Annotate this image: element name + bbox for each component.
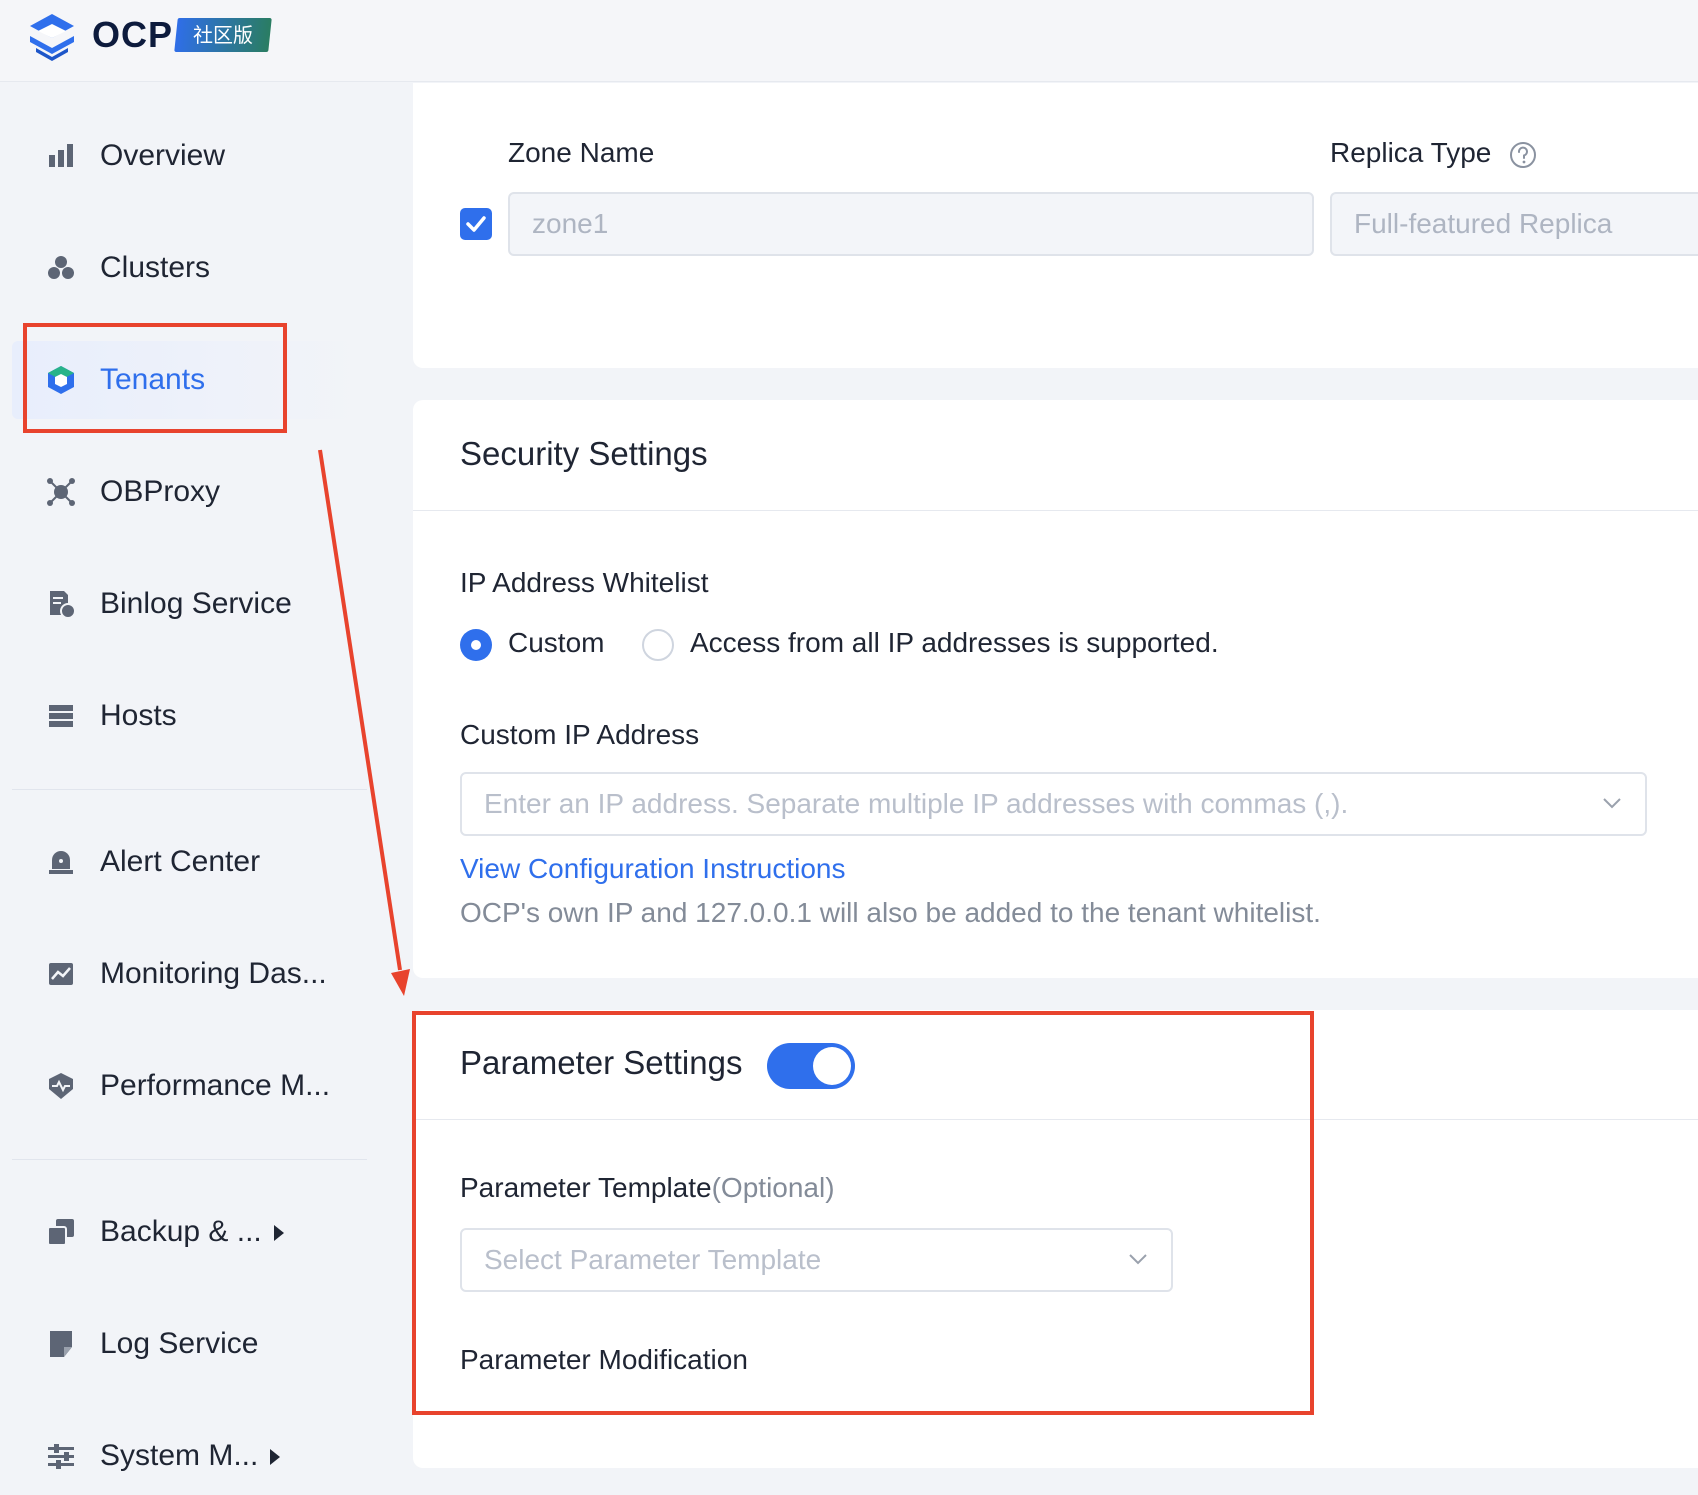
edition-badge: 社区版 [174,18,272,52]
backup-icon [47,1219,74,1246]
clusters-icon [48,256,74,279]
annotation-box-tenants [23,323,287,433]
section-divider [413,510,1698,511]
help-circle-icon[interactable] [1508,140,1538,170]
security-settings-panel [413,400,1698,978]
radio-custom-label[interactable]: Custom [508,627,604,659]
replica-type-input[interactable]: Full-featured Replica [1330,192,1698,256]
radio-all-ip-label[interactable]: Access from all IP addresses is supporte… [690,627,1219,659]
whitelist-note: OCP's own IP and 127.0.0.1 will also be … [460,897,1321,928]
view-configuration-link[interactable]: View Configuration Instructions [460,853,845,885]
sidebar-item-obproxy[interactable]: OBProxy [12,453,367,531]
log-icon [50,1331,72,1357]
sidebar-item-label: Clusters [100,251,211,284]
replica-type-label: Replica Type [1330,137,1492,168]
hosts-icon [49,705,73,727]
sidebar-item-backup[interactable]: Backup & ... [12,1193,367,1271]
sidebar-item-label: Performance M... [100,1069,331,1102]
sidebar-item-system-management[interactable]: System M... [12,1417,367,1495]
custom-ip-select[interactable]: Enter an IP address. Separate multiple I… [460,772,1647,836]
binlog-icon [50,591,76,619]
sidebar-divider [12,1159,367,1160]
performance-icon [49,1073,73,1099]
proxy-icon [47,478,75,506]
sidebar-item-overview[interactable]: Overview [12,117,367,195]
sidebar-item-label: Binlog Service [100,587,292,620]
radio-all-ip[interactable] [642,629,674,661]
sidebar-item-label: Hosts [100,699,177,732]
bar-chart-icon [49,144,73,167]
security-settings-title: Security Settings [460,435,708,472]
settings-sliders-icon [48,1444,74,1469]
sidebar-item-label: Alert Center [100,845,261,878]
zone-name-input[interactable]: zone1 [508,192,1314,256]
top-header: OCP 社区版 [0,0,1698,82]
sidebar-item-log-service[interactable]: Log Service [12,1305,367,1383]
sidebar-item-label: Log Service [100,1327,259,1360]
ip-whitelist-label: IP Address Whitelist [460,567,709,598]
submenu-caret-icon [270,1449,281,1466]
alert-bell-icon [49,851,73,874]
sidebar-item-label: Monitoring Das... [100,957,327,990]
sidebar-item-label: Backup & ... [100,1215,284,1249]
sidebar-item-alert-center[interactable]: Alert Center [12,823,367,901]
zone-checkbox[interactable] [460,208,492,240]
monitoring-icon [49,963,73,985]
submenu-caret-icon [273,1225,284,1242]
custom-ip-placeholder: Enter an IP address. Separate multiple I… [484,788,1349,819]
radio-custom[interactable] [460,629,492,661]
annotation-box-parameter-settings [412,1011,1314,1415]
custom-ip-label: Custom IP Address [460,719,700,750]
sidebar-divider [12,789,367,790]
sidebar-item-label: Overview [100,139,226,172]
checkmark-icon [466,216,486,232]
logo-text: OCP [92,14,174,55]
zone-name-label: Zone Name [508,137,655,168]
sidebar-item-label: OBProxy [100,475,221,508]
sidebar-item-clusters[interactable]: Clusters [12,229,367,307]
sidebar-item-monitoring-dashboard[interactable]: Monitoring Das... [12,935,367,1013]
sidebar-item-performance[interactable]: Performance M... [12,1047,367,1125]
chevron-down-icon [1603,798,1621,809]
sidebar-item-binlog-service[interactable]: Binlog Service [12,565,367,643]
ocp-logo-icon[interactable] [26,12,78,62]
sidebar-item-hosts[interactable]: Hosts [12,677,367,755]
